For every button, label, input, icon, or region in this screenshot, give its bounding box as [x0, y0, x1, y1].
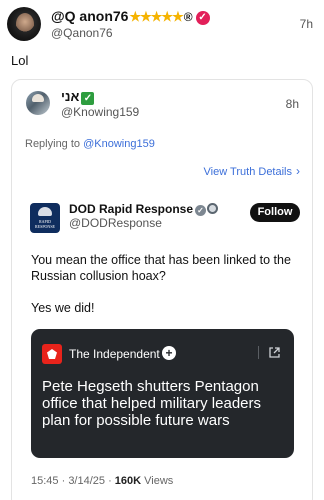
- views-count: 160K: [114, 475, 142, 487]
- view-truth-details-label: View Truth Details: [203, 166, 292, 178]
- embedded-post-text: You mean the office that has been linked…: [31, 252, 301, 332]
- post-meta: 15:45 · 3/14/25 · 160K Views: [31, 475, 174, 487]
- verified-gray-icon: ✓: [195, 205, 207, 216]
- post-timestamp[interactable]: 7h: [300, 17, 313, 31]
- embedded-text-paragraph-1: You mean the office that has been linked…: [31, 253, 291, 283]
- quoted-display-name[interactable]: אני ✓: [61, 89, 95, 105]
- view-truth-details-link[interactable]: View Truth Details ›: [204, 164, 300, 178]
- dod-logo[interactable]: RAPID RESPONSE: [30, 203, 60, 233]
- external-link-icon[interactable]: [268, 346, 281, 359]
- link-headline: Pete Hegseth shutters Pentagon office th…: [42, 378, 262, 429]
- quoted-timestamp[interactable]: 8h: [286, 97, 299, 111]
- divider: [258, 346, 259, 359]
- link-source: The Independent: [69, 347, 160, 361]
- meta-time: 15:45: [31, 475, 59, 487]
- embedded-handle[interactable]: @DODResponse: [69, 216, 162, 230]
- check-icon: ✓: [81, 92, 95, 105]
- post-header: @Q anon76★★★★★® ✓ @Qanon76 7h: [0, 0, 324, 44]
- embedded-account-name-text: DOD Rapid Response: [69, 202, 194, 216]
- user-handle[interactable]: @Qanon76: [51, 26, 113, 40]
- display-name-text: @Q anon76: [51, 8, 129, 24]
- embedded-account-name[interactable]: DOD Rapid Response ✓: [69, 202, 219, 216]
- quoted-handle[interactable]: @Knowing159: [61, 105, 139, 119]
- stars-icon: ★★★★★: [129, 9, 183, 24]
- avatar[interactable]: [7, 7, 41, 41]
- post-text: Lol: [11, 53, 29, 68]
- quoted-display-name-text: אני: [61, 89, 80, 104]
- quoted-post-card[interactable]: אני ✓ @Knowing159 8h Replying to @Knowing…: [11, 79, 313, 500]
- government-badge-icon: [207, 203, 219, 214]
- views-label: Views: [144, 475, 174, 487]
- replying-prefix: Replying to: [25, 138, 81, 150]
- logo-text-line2: RESPONSE: [34, 224, 55, 229]
- verified-badge-icon: ✓: [195, 11, 210, 25]
- chevron-right-icon: ›: [296, 164, 300, 178]
- embedded-text-paragraph-2: Yes we did!: [31, 301, 95, 315]
- replying-to: Replying to @Knowing159: [25, 138, 155, 150]
- quoted-avatar[interactable]: [26, 91, 50, 115]
- follow-button[interactable]: Follow: [250, 203, 300, 222]
- seal-icon: [38, 207, 52, 216]
- eagle-logo-icon: [42, 344, 62, 364]
- link-preview-card[interactable]: The Independent + Pete Hegseth shutters …: [31, 329, 294, 458]
- display-name[interactable]: @Q anon76★★★★★® ✓: [51, 8, 210, 25]
- replying-mention-link[interactable]: @Knowing159: [83, 138, 155, 150]
- plus-icon[interactable]: +: [162, 346, 176, 360]
- meta-date: 3/14/25: [68, 475, 106, 487]
- registered-icon: ®: [183, 10, 193, 24]
